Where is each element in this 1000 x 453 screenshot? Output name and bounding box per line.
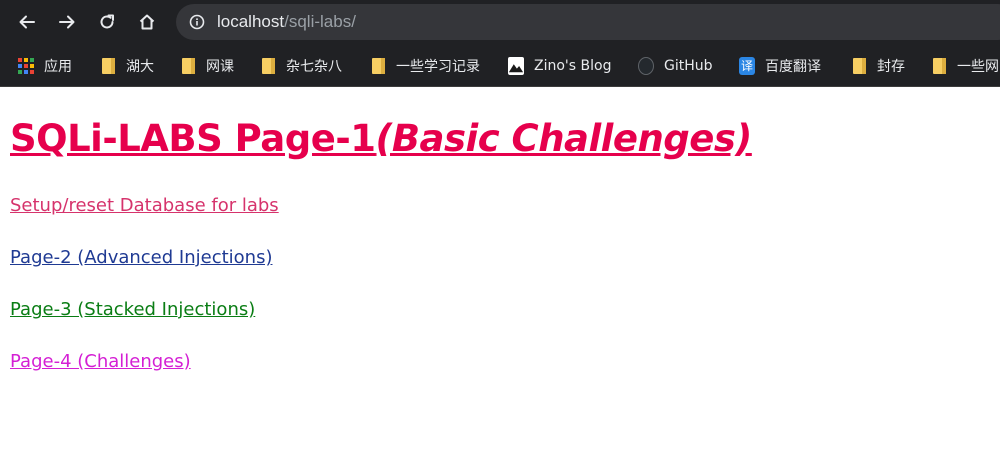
folder-icon bbox=[260, 57, 276, 74]
folder-icon bbox=[370, 57, 386, 74]
url-path: /sqli-labs/ bbox=[284, 12, 356, 31]
github-icon bbox=[638, 56, 654, 75]
bookmark-folder-misc[interactable]: 杂七杂八 bbox=[260, 45, 342, 86]
info-icon[interactable] bbox=[189, 14, 205, 30]
browser-toolbar: localhost/sqli-labs/ bbox=[0, 0, 1000, 45]
mountain-icon bbox=[508, 56, 524, 75]
folder-icon bbox=[100, 57, 116, 74]
translate-icon-glyph: 译 bbox=[739, 56, 755, 75]
home-icon[interactable] bbox=[133, 8, 161, 36]
bookmarks-bar: 应用 湖大 网课 杂七杂八 一些学习记录 Zino's Blog GitHub bbox=[0, 45, 1000, 87]
page-4-link[interactable]: Page-4 (Challenges) bbox=[10, 351, 191, 372]
folder-icon bbox=[180, 57, 196, 74]
page-3-link[interactable]: Page-3 (Stacked Injections) bbox=[10, 299, 255, 320]
bookmark-folder-websites[interactable]: 一些网 bbox=[931, 45, 999, 86]
bookmark-folder-hunan[interactable]: 湖大 bbox=[100, 45, 154, 86]
bookmark-label: 一些学习记录 bbox=[396, 58, 480, 75]
bookmark-label: 封存 bbox=[877, 58, 905, 75]
folder-icon bbox=[931, 57, 947, 74]
bookmark-label: 杂七杂八 bbox=[286, 58, 342, 75]
page-title-main: SQLi-LABS Page-1 bbox=[10, 117, 376, 160]
page-2-link[interactable]: Page-2 (Advanced Injections) bbox=[10, 247, 272, 268]
back-arrow-icon[interactable] bbox=[13, 8, 41, 36]
bookmark-label: GitHub bbox=[664, 57, 713, 74]
forward-arrow-icon[interactable] bbox=[53, 8, 81, 36]
bookmark-folder-study-notes[interactable]: 一些学习记录 bbox=[370, 45, 480, 86]
bookmark-label: 一些网 bbox=[957, 58, 999, 75]
bookmark-label: 应用 bbox=[44, 58, 72, 75]
bookmark-label: Zino's Blog bbox=[534, 57, 612, 74]
bookmark-github[interactable]: GitHub bbox=[638, 45, 713, 86]
url-host: localhost bbox=[217, 12, 285, 31]
page-title-sub: (Basic Challenges) bbox=[375, 117, 752, 160]
setup-reset-database-link[interactable]: Setup/reset Database for labs bbox=[10, 195, 279, 216]
bookmark-label: 网课 bbox=[206, 58, 234, 75]
bookmark-folder-courses[interactable]: 网课 bbox=[180, 45, 234, 86]
browser-chrome: localhost/sqli-labs/ 应用 湖大 网课 杂七杂八 一些学习记… bbox=[0, 0, 1000, 87]
address-bar[interactable]: localhost/sqli-labs/ bbox=[176, 4, 1000, 40]
bookmark-label: 百度翻译 bbox=[765, 58, 821, 75]
folder-icon bbox=[851, 57, 867, 74]
page-title: SQLi-LABS Page-1(Basic Challenges) bbox=[10, 117, 752, 160]
bookmark-apps[interactable]: 应用 bbox=[18, 45, 72, 86]
address-url[interactable]: localhost/sqli-labs/ bbox=[217, 12, 356, 32]
bookmark-folder-archive[interactable]: 封存 bbox=[851, 45, 905, 86]
bookmark-zinos-blog[interactable]: Zino's Blog bbox=[508, 45, 611, 86]
bookmark-baidu-translate[interactable]: 译 百度翻译 bbox=[739, 45, 821, 86]
bookmark-label: 湖大 bbox=[126, 58, 154, 75]
translate-icon: 译 bbox=[739, 56, 755, 75]
apps-grid-icon bbox=[18, 57, 34, 74]
reload-icon[interactable] bbox=[93, 8, 121, 36]
